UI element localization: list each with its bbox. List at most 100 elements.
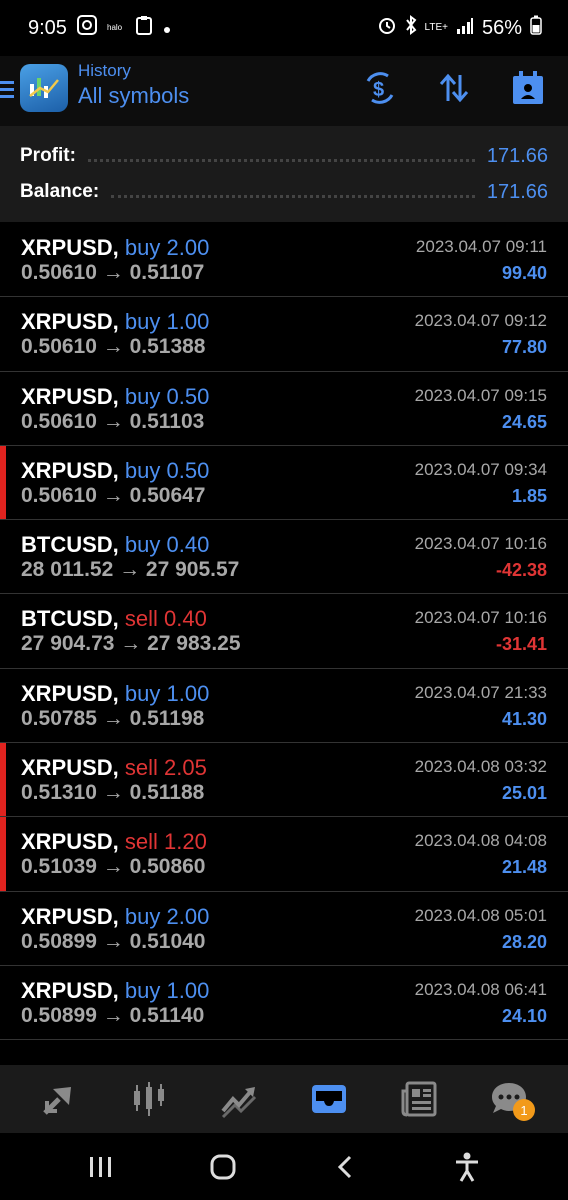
deal-prices: 0.50899 → 0.51140 (21, 1003, 205, 1027)
deal-prices: 0.50610 → 0.51103 (21, 409, 205, 433)
header-subtitle: History (78, 61, 131, 80)
trend-icon (221, 1087, 257, 1119)
divider-dots (111, 194, 475, 198)
deal-profit: -42.38 (495, 560, 547, 581)
deal-type: buy 0.40 (124, 532, 210, 558)
deal-symbol: XRPUSD, (21, 680, 119, 706)
home-icon[interactable] (203, 1147, 243, 1187)
deal-time: 2023.04.07 10:16 (414, 534, 547, 554)
deal-title: XRPUSD, buy 0.50 (21, 384, 209, 410)
deal-prices: 0.51039 → 0.50860 (21, 855, 206, 879)
svg-text:halo: halo (107, 23, 123, 32)
deal-symbol: XRPUSD, (21, 309, 119, 335)
deal-time: 2023.04.08 03:32 (414, 757, 547, 777)
deal-profit: 77.80 (501, 337, 547, 358)
balance-value: 171.66 (486, 180, 548, 203)
accessibility-icon[interactable] (447, 1147, 487, 1187)
deal-type: buy 1.00 (124, 309, 210, 335)
deal-title: XRPUSD, sell 1.20 (21, 829, 207, 855)
tab-history[interactable] (305, 1075, 353, 1123)
deal-symbol: XRPUSD, (21, 235, 119, 260)
system-nav-bar (0, 1133, 568, 1200)
profit-row: Profit: 171.66 (20, 141, 548, 171)
deal-row[interactable]: BTCUSD, buy 0.40 28 011.52 → 27 905.57 202… (0, 520, 568, 595)
deal-prices: 28 011.52 → 27 905.57 (21, 558, 240, 582)
profit-label: Profit: (20, 145, 76, 166)
deal-type: buy 2.00 (124, 903, 210, 929)
deal-type: buy 2.00 (124, 235, 210, 260)
deal-row[interactable]: XRPUSD, buy 1.00 0.50785 → 0.51198 2023.04… (0, 669, 568, 744)
deal-row[interactable]: XRPUSD, buy 2.00 0.50610 → 0.51107 2023.04… (0, 223, 568, 298)
halo-icon: halo (107, 17, 125, 40)
deal-title: XRPUSD, buy 2.00 (21, 235, 209, 261)
bottom-tab-bar: 1 (0, 1065, 568, 1133)
deal-time: 2023.04.08 06:41 (414, 979, 547, 999)
deal-profit: 1.85 (511, 485, 547, 506)
clipboard-icon (135, 15, 153, 41)
deal-type: buy 1.00 (124, 977, 210, 1003)
candlestick-icon (134, 1082, 164, 1116)
deal-title: XRPUSD, buy 1.00 (21, 978, 209, 1004)
tab-chart[interactable] (125, 1075, 173, 1123)
tab-messages[interactable]: 1 (485, 1075, 535, 1123)
lte-icon: LTE+ (424, 22, 448, 33)
balance-row: Balance: 171.66 (20, 177, 548, 207)
deal-row[interactable]: XRPUSD, buy 1.00 0.50899 → 0.51140 2023.04… (0, 966, 568, 1041)
alarm-icon (377, 15, 397, 41)
deal-title: BTCUSD, sell 0.40 (21, 606, 207, 632)
deal-title: XRPUSD, buy 2.00 (21, 904, 209, 930)
deal-row[interactable]: XRPUSD, buy 1.00 0.50610 → 0.51388 2023.04… (0, 297, 568, 372)
deal-prices: 0.50785 → 0.51198 (21, 706, 205, 730)
balance-label: Balance: (20, 181, 100, 202)
tab-quotes[interactable] (35, 1075, 83, 1123)
deal-time: 2023.04.07 09:34 (414, 459, 547, 479)
deal-time: 2023.04.07 09:11 (415, 237, 547, 256)
profit-value: 171.66 (486, 144, 548, 167)
deal-row[interactable]: XRPUSD, sell 2.05 0.51310 → 0.51188 2023.0… (0, 743, 568, 818)
deal-prices: 0.51310 → 0.51188 (21, 781, 205, 805)
deal-row[interactable]: BTCUSD, sell 0.40 27 904.73 → 27 983.25 20… (0, 594, 568, 669)
deal-prices: 0.50899 → 0.51040 (21, 929, 206, 953)
quotes-icon (43, 1087, 71, 1115)
deal-profit: 99.40 (501, 263, 547, 283)
currency-icon[interactable]: $ (362, 70, 398, 106)
deal-type: buy 1.00 (124, 680, 210, 706)
deal-time: 2023.04.08 04:08 (414, 831, 547, 851)
menu-icon[interactable] (0, 79, 14, 99)
dot-icon (163, 17, 171, 40)
recent-apps-icon[interactable] (81, 1147, 121, 1187)
deal-row[interactable]: XRPUSD, buy 0.50 0.50610 → 0.51103 2023.04… (0, 372, 568, 446)
deal-prices: 0.50610 → 0.51107 (21, 261, 205, 284)
deal-type: sell 0.40 (124, 606, 207, 632)
deal-type: sell 1.20 (124, 829, 207, 855)
tab-news[interactable] (395, 1075, 443, 1123)
tab-trade[interactable] (215, 1075, 263, 1123)
deal-row[interactable]: XRPUSD, sell 1.20 0.51039 → 0.50860 2023.0… (0, 817, 568, 892)
deal-row[interactable]: XRPUSD, buy 0.50 0.50610 → 0.50647 2023.04… (0, 445, 568, 521)
deal-title: BTCUSD, buy 0.40 (21, 532, 209, 558)
divider-dots (87, 158, 475, 162)
svg-text:$: $ (373, 79, 384, 101)
battery-icon (530, 15, 542, 41)
sort-icon[interactable] (436, 70, 472, 106)
deal-prices: 0.50610 → 0.51388 (21, 335, 206, 359)
deal-symbol: XRPUSD, (21, 755, 119, 781)
deal-row[interactable]: XRPUSD, buy 2.00 0.50899 → 0.51040 2023.04… (0, 892, 568, 966)
deal-symbol: XRPUSD, (21, 383, 119, 409)
deal-title: XRPUSD, buy 1.00 (21, 681, 209, 707)
deal-symbol: XRPUSD, (21, 977, 119, 1003)
inbox-icon (312, 1085, 346, 1113)
back-icon[interactable] (325, 1147, 365, 1187)
calendar-icon[interactable] (510, 70, 546, 106)
deal-type: sell 2.05 (124, 755, 207, 781)
deal-title: XRPUSD, buy 1.00 (21, 309, 209, 335)
app-logo-icon[interactable] (20, 64, 68, 112)
deal-time: 2023.04.08 05:01 (414, 905, 547, 925)
status-time: 9:05 (28, 16, 67, 39)
deals-list: XRPUSD, buy 2.00 0.50610 → 0.51107 2023.04… (0, 223, 568, 1041)
header-title[interactable]: All symbols (78, 83, 189, 109)
bluetooth-icon (405, 15, 417, 41)
deal-time: 2023.04.07 10:16 (414, 608, 547, 628)
deal-prices: 27 904.73 → 27 983.25 (21, 632, 241, 656)
deal-type: buy 0.50 (124, 457, 210, 483)
